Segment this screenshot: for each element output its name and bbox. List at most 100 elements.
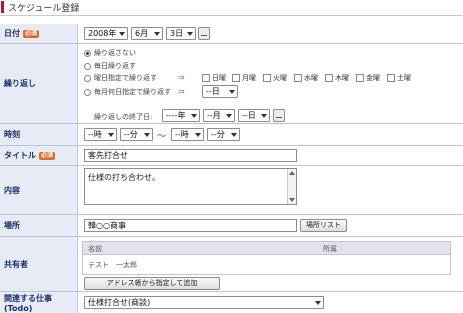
time-label-text: 時刻 [4, 130, 20, 139]
weekday-wed-checkbox[interactable]: 水曜 [294, 73, 318, 83]
chevron-down-icon [229, 90, 235, 94]
repeat-monthday-value: --日 [206, 87, 220, 96]
place-label: 場所 [0, 215, 78, 236]
checkbox-icon [294, 74, 302, 82]
weekday-fri-checkbox[interactable]: 金曜 [356, 73, 380, 83]
radio-icon [84, 62, 91, 70]
date-label: 日付 必須 [0, 24, 78, 43]
place-label-text: 場所 [4, 221, 20, 230]
detail-textarea[interactable]: 仕様の打ち合わせ。 [84, 168, 297, 205]
share-row: 共有者 名前 所属 テスト 一太郎 アドレス帳から指定して追加 [0, 237, 463, 292]
chevron-down-icon [191, 114, 197, 118]
weekday-mon-checkbox[interactable]: 月曜 [232, 73, 256, 83]
scroll-down-icon [289, 198, 295, 202]
required-badge: 必須 [39, 151, 56, 160]
chevron-down-icon [119, 32, 125, 36]
calendar-icon [201, 35, 207, 36]
repeat-label-text: 繰り返し [4, 79, 36, 88]
weekday-sun-checkbox[interactable]: 日曜 [202, 73, 226, 83]
date-year-select[interactable]: 2008年 [84, 27, 128, 40]
title-accent-mark [1, 1, 4, 13]
date-month-value: 6月 [135, 29, 149, 38]
date-row: 日付 必須 2008年 6月 3日 [0, 24, 463, 44]
end-minute-select[interactable]: --分 [207, 128, 240, 141]
repeat-row: 繰り返し 繰り返さない 毎日繰り返す 曜日指定で繰り返す ⇒ 日曜 月曜 火曜 … [0, 44, 463, 124]
chevron-down-icon [154, 32, 160, 36]
radio-selected-icon [84, 49, 91, 57]
repeat-option-weekday[interactable]: 曜日指定で繰り返す [84, 73, 157, 83]
repeat-option-monthly[interactable]: 毎月何日指定で繰り返す [84, 87, 171, 97]
checkbox-icon [202, 74, 210, 82]
todo-select[interactable]: 仕様打合せ(商談) [84, 296, 324, 309]
date-year-value: 2008年 [88, 29, 117, 38]
date-day-select[interactable]: 3日 [166, 27, 196, 40]
scrollbar[interactable] [287, 169, 296, 204]
time-range-separator: ～ [157, 132, 167, 142]
repeat-option-label: 曜日指定で繰り返す [94, 74, 157, 82]
repeat-end-year-select[interactable]: ----年 [162, 109, 200, 122]
share-table-header: 名前 所属 [83, 242, 450, 255]
checkbox-icon [325, 74, 333, 82]
weekday-label: 土曜 [397, 74, 411, 82]
chevron-down-icon [315, 301, 321, 305]
start-minute-select[interactable]: --分 [120, 128, 153, 141]
start-minute-value: --分 [124, 130, 138, 139]
repeat-option-label: 繰り返さない [94, 49, 136, 57]
chevron-down-icon [144, 133, 150, 137]
weekday-label: 火曜 [273, 74, 287, 82]
chevron-down-icon [187, 32, 193, 36]
share-member-name: テスト 一太郎 [88, 261, 137, 269]
weekday-label: 日曜 [212, 74, 226, 82]
end-hour-select[interactable]: --時 [171, 128, 204, 141]
repeat-end-calendar-button[interactable] [273, 109, 285, 122]
subject-label: タイトル 必須 [0, 146, 78, 165]
chevron-down-icon [231, 133, 237, 137]
column-header-name: 名前 [88, 245, 102, 253]
repeat-end-year-value: ----年 [166, 111, 186, 120]
todo-value: 仕様打合せ(商談) [88, 298, 151, 307]
detail-value: 仕様の打ち合わせ。 [88, 173, 160, 182]
weekday-tue-checkbox[interactable]: 火曜 [263, 73, 287, 83]
subject-row: タイトル 必須 客先打合せ [0, 146, 463, 166]
date-month-select[interactable]: 6月 [131, 27, 163, 40]
weekday-label: 月曜 [242, 74, 256, 82]
chevron-down-icon [195, 133, 201, 137]
repeat-option-label: 毎月何日指定で繰り返す [94, 88, 171, 96]
title-divider [0, 15, 463, 16]
radio-icon [84, 74, 91, 82]
start-hour-value: --時 [88, 130, 102, 139]
todo-label: 関連する仕事(Todo) [0, 292, 78, 313]
share-table: 名前 所属 テスト 一太郎 [82, 241, 451, 275]
place-input[interactable]: 韓○○商事 [84, 219, 297, 232]
weekday-label: 木曜 [335, 74, 349, 82]
detail-row: 内容 仕様の打ち合わせ。 [0, 166, 463, 215]
repeat-end-month-value: --月 [207, 111, 221, 120]
time-label: 時刻 [0, 124, 78, 145]
chevron-down-icon [261, 114, 267, 118]
chevron-down-icon [226, 114, 232, 118]
repeat-option-label: 毎日繰り返す [94, 62, 136, 70]
weekday-thu-checkbox[interactable]: 木曜 [325, 73, 349, 83]
subject-input[interactable]: 客先打合せ [84, 149, 297, 162]
add-from-addressbook-button[interactable]: アドレス帳から指定して追加 [84, 277, 220, 290]
repeat-option-none[interactable]: 繰り返さない [84, 48, 136, 58]
checkbox-icon [387, 74, 395, 82]
checkbox-icon [263, 74, 271, 82]
repeat-end-day-select[interactable]: --日 [238, 109, 270, 122]
place-value: 韓○○商事 [88, 221, 126, 230]
start-hour-select[interactable]: --時 [84, 128, 117, 141]
share-label: 共有者 [0, 237, 78, 291]
repeat-end-month-select[interactable]: --月 [203, 109, 235, 122]
calendar-button[interactable] [198, 27, 210, 40]
date-label-text: 日付 [4, 29, 20, 38]
checkbox-icon [356, 74, 364, 82]
checkbox-icon [232, 74, 240, 82]
repeat-monthday-select[interactable]: --日 [202, 85, 238, 98]
todo-label-text: 関連する仕事(Todo) [4, 293, 52, 313]
weekday-sat-checkbox[interactable]: 土曜 [387, 73, 411, 83]
repeat-option-daily[interactable]: 毎日繰り返す [84, 61, 136, 71]
scroll-up-icon [289, 171, 295, 175]
column-header-dept: 所属 [323, 245, 337, 253]
place-list-button[interactable]: 場所リスト [300, 219, 347, 232]
date-day-value: 3日 [170, 29, 184, 38]
